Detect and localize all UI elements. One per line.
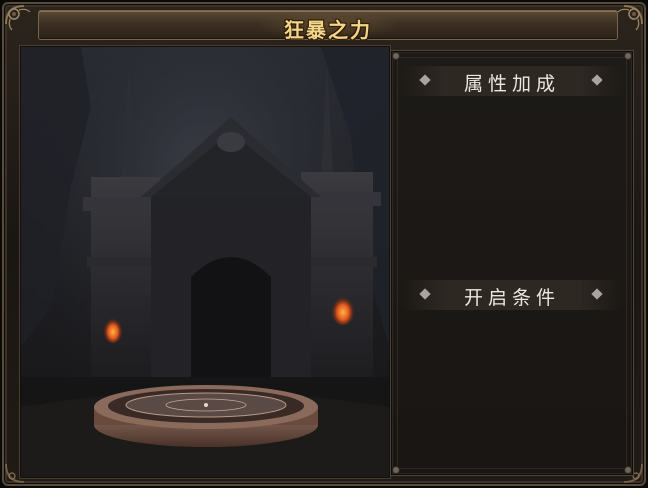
section-header-conditions: 开启条件 [401,280,623,310]
title-bar: 狂暴之力 [38,10,618,42]
window-frame: 狂暴之力 属性加成 开启条件 [2,2,646,486]
attributes-content [405,103,619,273]
window-title: 狂暴之力 [284,18,372,42]
panel-rivet-icon [625,467,631,473]
section-title-conditions: 开启条件 [463,287,560,309]
scene-artwork [20,46,390,478]
corner-ornament-icon [4,4,38,38]
panel-rivet-icon [393,467,399,473]
conditions-content [405,317,619,457]
section-header-attributes: 属性加成 [401,66,623,96]
section-title-attributes: 属性加成 [463,73,560,95]
panel-rivet-icon [625,53,631,59]
info-panel: 属性加成 开启条件 [390,50,634,476]
panel-rivet-icon [393,53,399,59]
